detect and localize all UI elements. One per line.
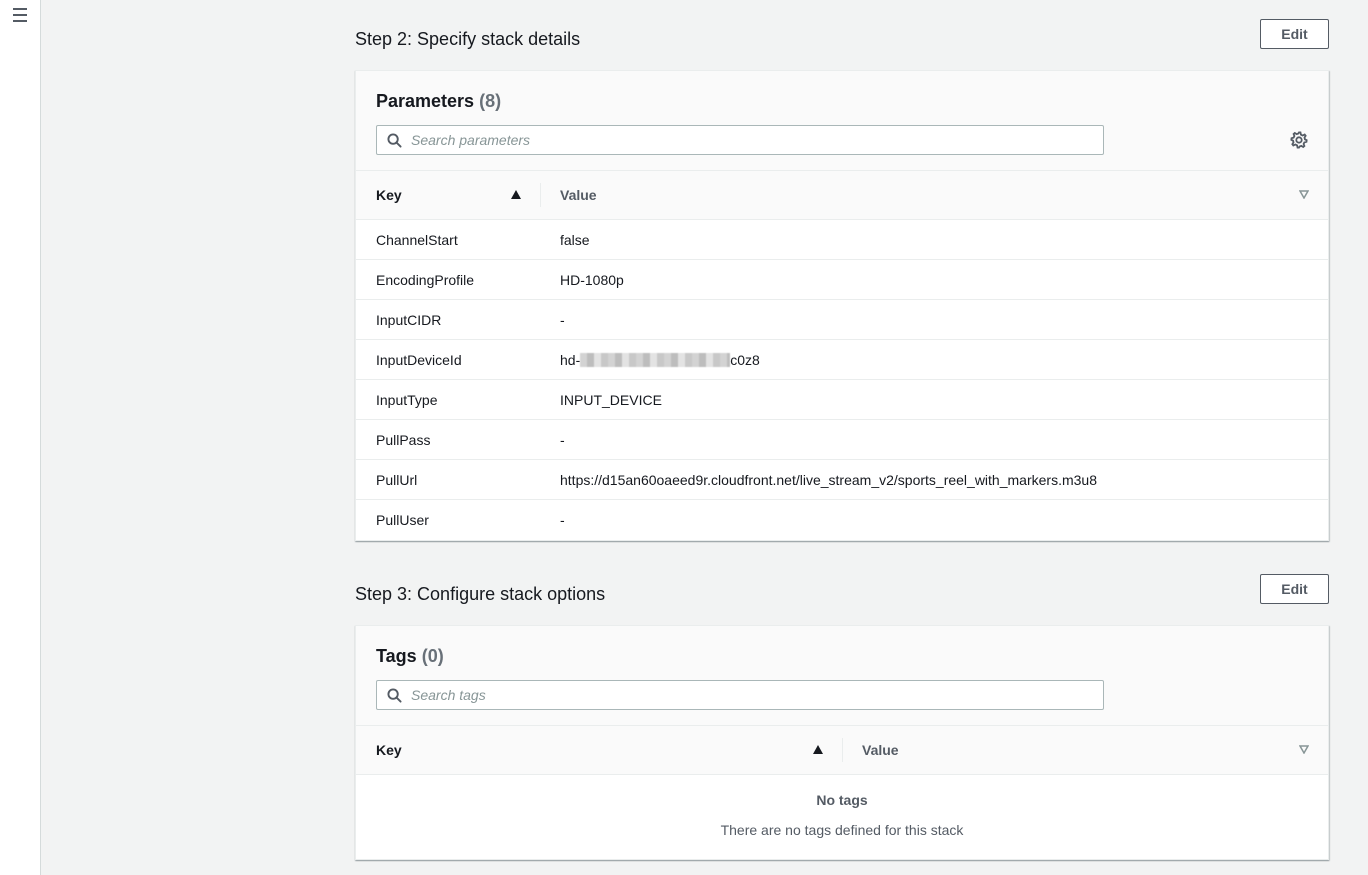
row-value: HD-1080p xyxy=(560,272,624,288)
value-suffix: c0z8 xyxy=(730,352,760,368)
table-row: PullUrl https://d15an60oaeed9r.cloudfron… xyxy=(356,460,1328,500)
table-row: InputDeviceId hd-c0z8 xyxy=(356,340,1328,380)
table-row: PullPass - xyxy=(356,420,1328,460)
parameters-count: (8) xyxy=(479,91,502,111)
value-column-header[interactable]: Value xyxy=(862,742,899,758)
column-resizer[interactable] xyxy=(540,183,541,207)
tags-search-box[interactable] xyxy=(376,680,1104,710)
gear-icon[interactable] xyxy=(1290,131,1308,149)
hamburger-menu-icon[interactable] xyxy=(11,6,29,24)
row-key: PullPass xyxy=(376,432,431,448)
parameters-table-body: ChannelStart false EncodingProfile HD-10… xyxy=(356,220,1328,540)
row-value: INPUT_DEVICE xyxy=(560,392,662,408)
parameters-table-header: Key Value xyxy=(356,171,1328,220)
row-key: InputDeviceId xyxy=(376,352,462,368)
row-value: false xyxy=(560,232,590,248)
step2-header: Step 2: Specify stack details Edit xyxy=(355,19,1329,59)
step3-header: Step 3: Configure stack options Edit xyxy=(355,574,1329,614)
step3-edit-button[interactable]: Edit xyxy=(1260,574,1329,604)
empty-state-title: No tags xyxy=(816,792,868,808)
row-value: - xyxy=(560,312,565,328)
tags-count: (0) xyxy=(421,646,444,666)
parameters-panel-header: Parameters (8) xyxy=(356,71,1328,171)
table-row: EncodingProfile HD-1080p xyxy=(356,260,1328,300)
tags-panel-header: Tags (0) xyxy=(356,626,1328,726)
step2-title: Step 2: Specify stack details xyxy=(355,29,581,49)
search-icon xyxy=(387,133,402,148)
tags-panel: Tags (0) Key Value No tags There are no xyxy=(355,625,1329,860)
parameters-panel: Parameters (8) Key Value xyxy=(355,70,1329,541)
search-icon xyxy=(387,688,402,703)
parameters-title: Parameters (8) xyxy=(376,91,501,112)
tags-title: Tags (0) xyxy=(376,646,444,667)
tags-search-input[interactable] xyxy=(411,681,1091,709)
row-key: PullUser xyxy=(376,512,429,528)
value-column-header[interactable]: Value xyxy=(560,187,597,203)
parameters-search-box[interactable] xyxy=(376,125,1104,155)
table-row: InputCIDR - xyxy=(356,300,1328,340)
sort-descending-icon[interactable] xyxy=(1299,745,1309,754)
sort-ascending-icon[interactable] xyxy=(511,190,521,199)
parameters-title-text: Parameters xyxy=(376,91,475,111)
tags-table-header: Key Value xyxy=(356,726,1328,775)
table-row: PullUser - xyxy=(356,500,1328,540)
tags-title-text: Tags xyxy=(376,646,417,666)
tags-empty-state: No tags There are no tags defined for th… xyxy=(356,775,1328,859)
step3-title: Step 3: Configure stack options xyxy=(355,584,606,604)
side-navigation xyxy=(0,0,41,875)
key-column-header[interactable]: Key xyxy=(376,742,402,758)
key-column-header[interactable]: Key xyxy=(376,187,402,203)
row-key: EncodingProfile xyxy=(376,272,475,288)
step2-edit-button[interactable]: Edit xyxy=(1260,19,1329,49)
sort-descending-icon[interactable] xyxy=(1299,190,1309,199)
empty-state-description: There are no tags defined for this stack xyxy=(720,822,964,838)
row-value: - xyxy=(560,512,565,528)
redacted-value xyxy=(580,353,731,367)
row-value: hd-c0z8 xyxy=(560,352,760,368)
sort-ascending-icon[interactable] xyxy=(813,745,823,754)
table-row: InputType INPUT_DEVICE xyxy=(356,380,1328,420)
table-row: ChannelStart false xyxy=(356,220,1328,260)
column-resizer[interactable] xyxy=(842,738,843,762)
row-key: InputCIDR xyxy=(376,312,442,328)
value-prefix: hd- xyxy=(560,352,581,368)
row-value: https://d15an60oaeed9r.cloudfront.net/li… xyxy=(560,472,1097,488)
row-value: - xyxy=(560,432,565,448)
row-key: InputType xyxy=(376,392,438,408)
row-key: PullUrl xyxy=(376,472,418,488)
row-key: ChannelStart xyxy=(376,232,458,248)
parameters-search-input[interactable] xyxy=(411,126,1091,154)
